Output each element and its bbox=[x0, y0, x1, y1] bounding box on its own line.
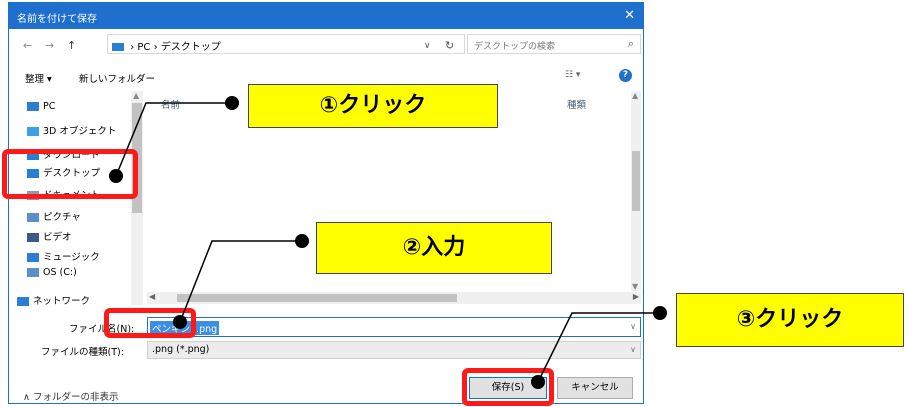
callout-step-2: ②入力 bbox=[316, 222, 552, 274]
leader-dot-2a bbox=[173, 315, 187, 329]
callout-step-1: ①クリック bbox=[248, 84, 498, 128]
leader-dot-1a bbox=[109, 169, 123, 183]
leader-line-2 bbox=[179, 240, 302, 323]
leader-dot-3a bbox=[531, 375, 545, 389]
leader-dot-1b bbox=[225, 96, 239, 110]
callout-step-3: ③クリック bbox=[676, 293, 904, 347]
leader-line-3 bbox=[537, 312, 660, 383]
leader-dot-3b bbox=[653, 306, 667, 320]
leader-line-1 bbox=[115, 102, 232, 177]
leader-dot-2b bbox=[295, 234, 309, 248]
